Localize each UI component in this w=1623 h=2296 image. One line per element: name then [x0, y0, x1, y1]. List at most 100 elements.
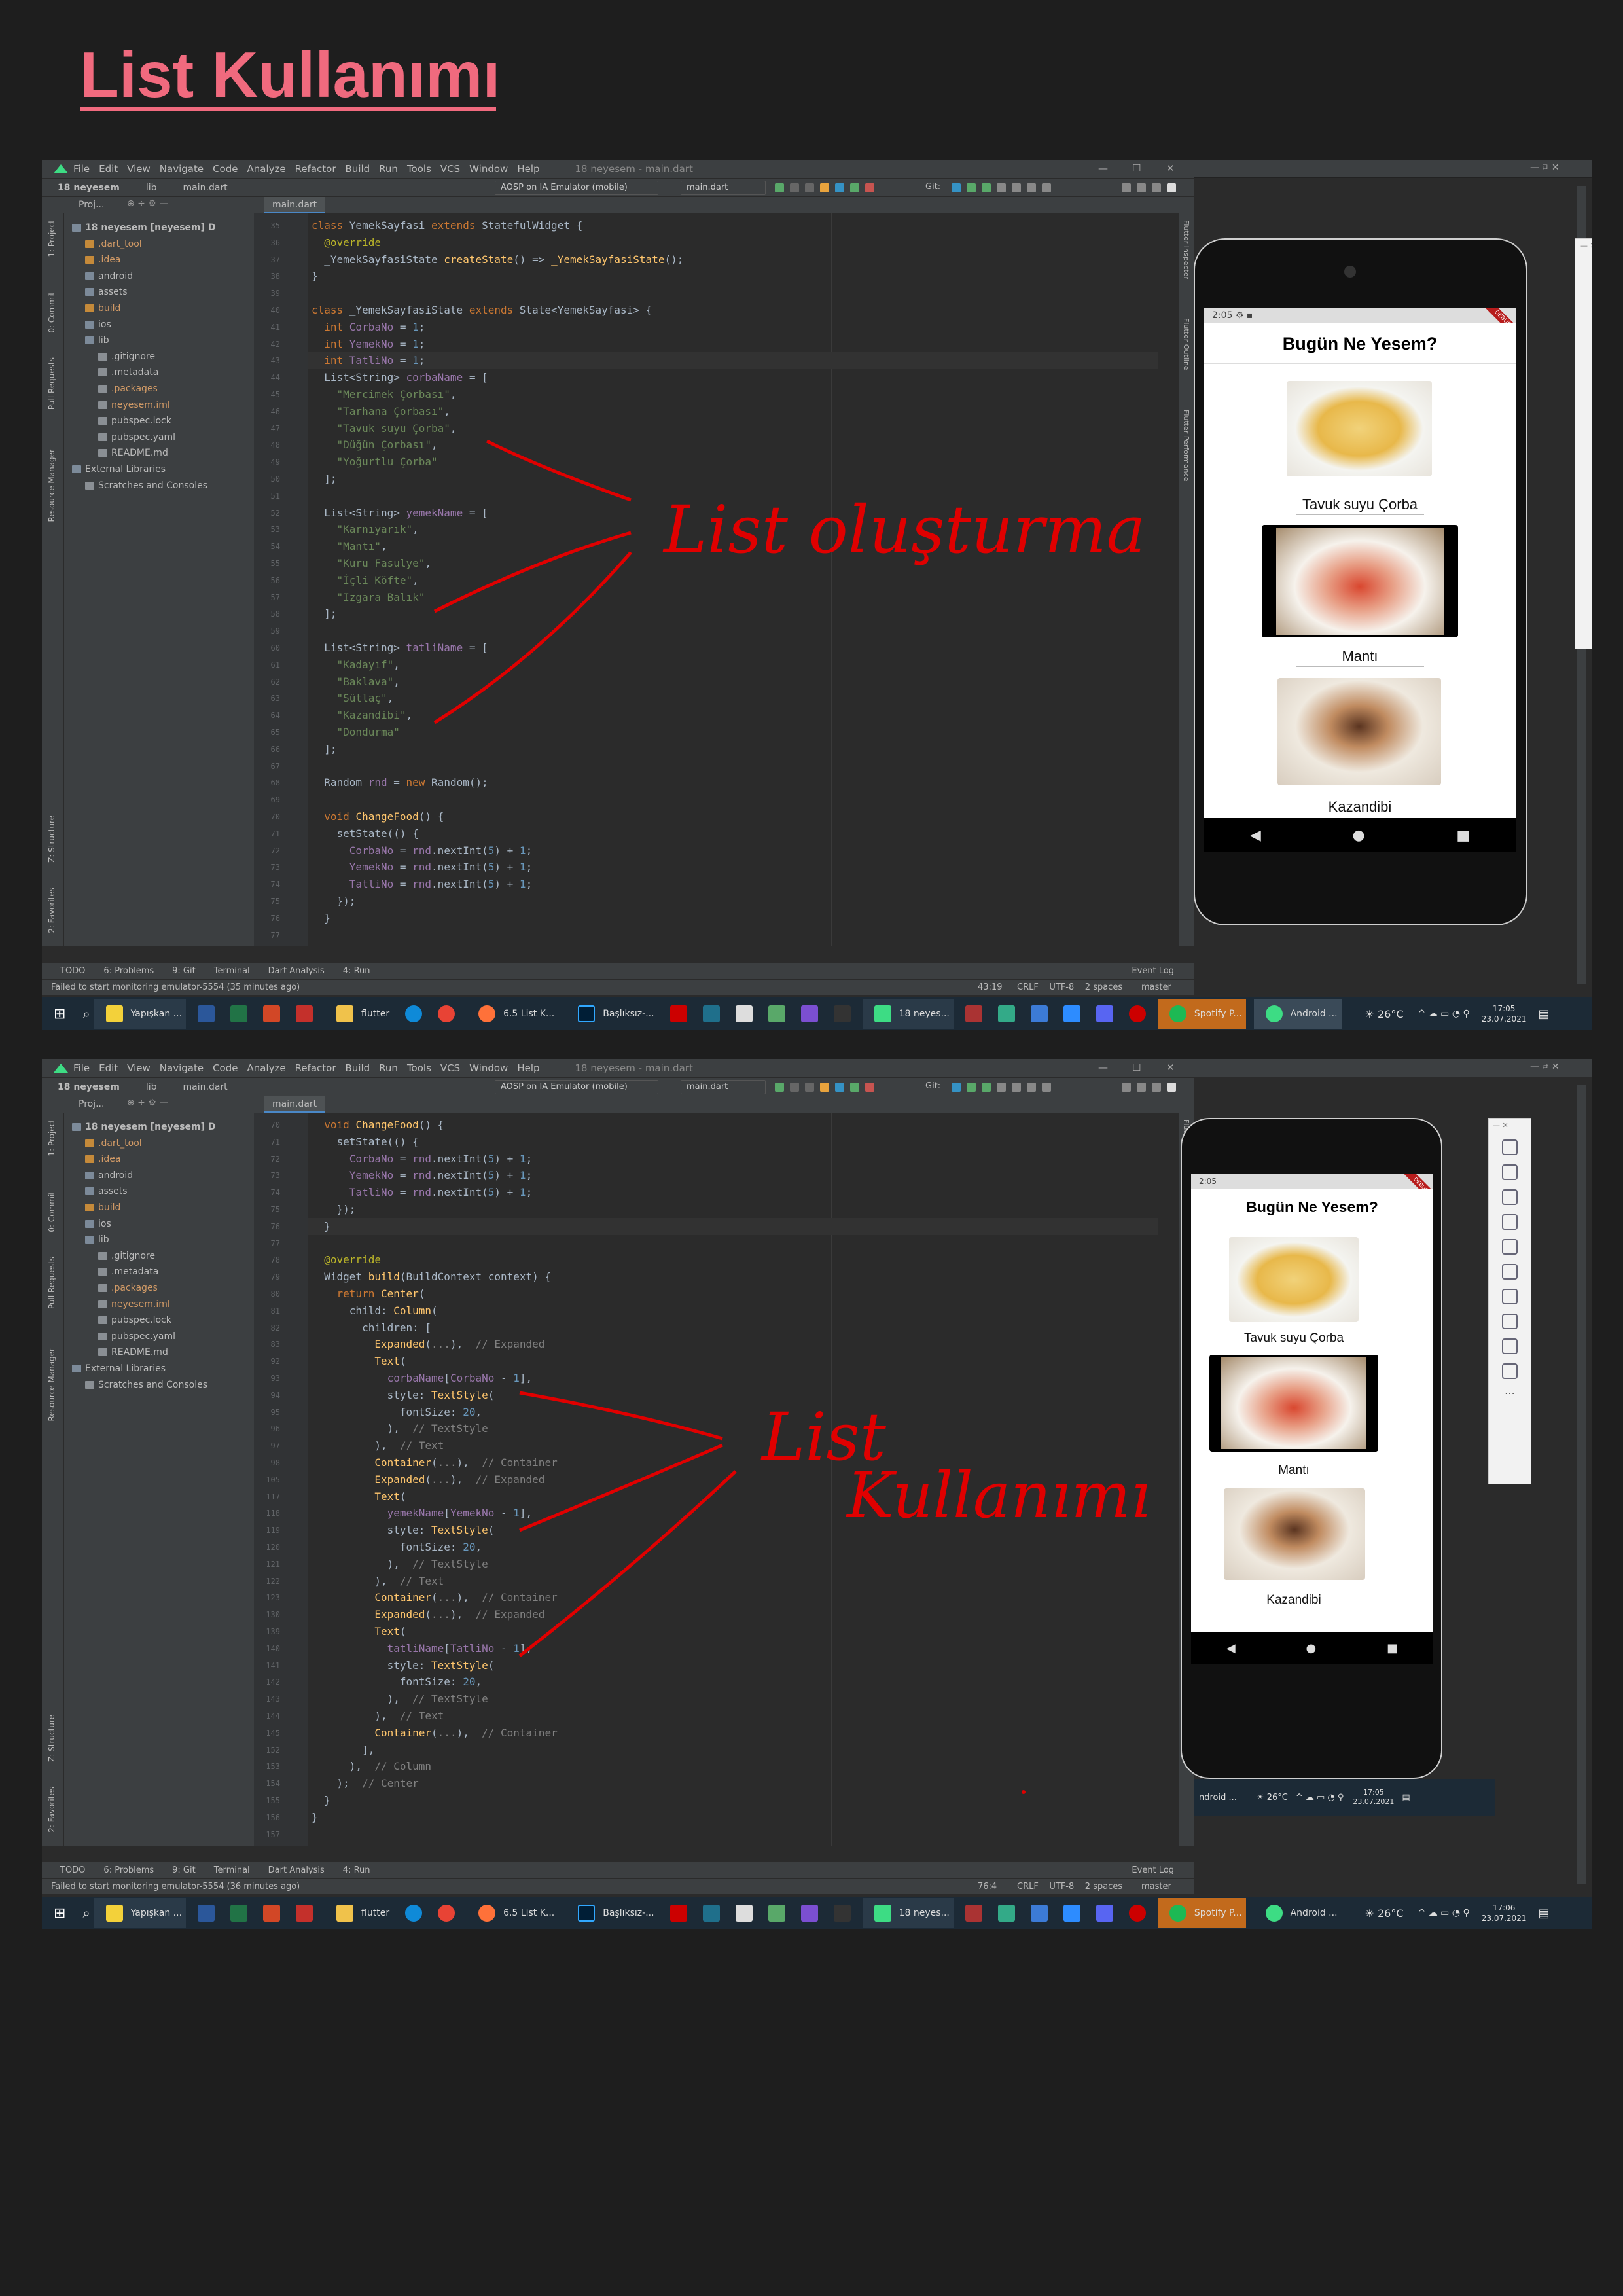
profile-icon[interactable]	[1167, 183, 1176, 192]
tree-item[interactable]: 18 neyesem [neyesem] D	[64, 1119, 216, 1135]
app-icon-discord[interactable]	[1096, 1905, 1113, 1922]
windows-start-icon[interactable]: ⊞	[54, 1905, 65, 1922]
manti-image[interactable]	[1262, 525, 1458, 637]
tab-favorites[interactable]: 2: Favorites	[47, 1787, 56, 1833]
app-icon-git[interactable]	[997, 1905, 1015, 1922]
code-line[interactable]: style: TextStyle(	[312, 1657, 495, 1674]
tab-dart-analysis[interactable]: Dart Analysis	[268, 966, 325, 976]
chrome-icon[interactable]	[438, 1005, 455, 1022]
minimize-icon[interactable]: —	[1098, 162, 1108, 174]
code-line[interactable]: "Tavuk suyu Çorba",	[312, 420, 457, 437]
app-icon-3[interactable]	[702, 1905, 720, 1922]
back-icon[interactable]: ◀	[1226, 1641, 1236, 1655]
code-line[interactable]: }	[312, 910, 330, 927]
more-icon[interactable]: ⋯	[1575, 510, 1592, 522]
search-icon[interactable]	[1152, 183, 1161, 192]
acrobat-icon[interactable]	[296, 1905, 313, 1922]
tree-item[interactable]: .idea	[64, 252, 120, 268]
code-line[interactable]: Expanded(...), // Expanded	[312, 1606, 544, 1623]
debug-icon[interactable]	[790, 1083, 799, 1092]
menu-navigate[interactable]: Navigate	[160, 1062, 204, 1074]
git-update-icon[interactable]	[952, 183, 961, 192]
tree-item[interactable]: Scratches and Consoles	[64, 1377, 207, 1393]
taskbar-sticky-notes[interactable]: Yapışkan ...	[94, 1898, 187, 1928]
code-line[interactable]: CorbaNo = rnd.nextInt(5) + 1;	[312, 1151, 532, 1168]
code-line[interactable]: Text(	[312, 1353, 406, 1370]
tree-item[interactable]: .metadata	[64, 365, 158, 380]
code-line[interactable]: Container(...), // Container	[312, 1454, 557, 1471]
menu-tools[interactable]: Tools	[407, 1062, 431, 1074]
tree-item[interactable]: neyesem.iml	[64, 397, 170, 413]
code-line[interactable]: List<String> tatliName = [	[312, 639, 488, 656]
tree-item[interactable]: pubspec.yaml	[64, 1329, 175, 1344]
menu-window[interactable]: Window	[469, 163, 508, 175]
inner-tray-icons[interactable]: ^ ☁ ▭ ◔ ⚲	[1296, 1793, 1344, 1803]
tab-problems[interactable]: 6: Problems	[103, 966, 154, 976]
app-icon-dark[interactable]	[833, 1005, 851, 1022]
menu-run[interactable]: Run	[379, 1062, 398, 1074]
code-editor[interactable]: class YemekSayfasi extends StatefulWidge…	[308, 213, 1191, 946]
git-branch[interactable]: master	[1141, 1879, 1171, 1895]
hot-reload-icon[interactable]	[820, 183, 829, 192]
code-line[interactable]: Container(...), // Container	[312, 1589, 557, 1606]
code-line[interactable]: @override	[312, 1251, 381, 1268]
app-icon-discord[interactable]	[1096, 1005, 1113, 1022]
code-line[interactable]: });	[312, 1201, 356, 1218]
tab-flutter-performance[interactable]: Flutter Performance	[1182, 410, 1190, 481]
breadcrumb-project[interactable]: 18 neyesem	[58, 1082, 120, 1092]
code-line[interactable]: "İçli Köfte",	[312, 572, 419, 589]
menu-analyze[interactable]: Analyze	[247, 163, 285, 175]
code-line[interactable]: yemekName[YemekNo - 1],	[312, 1505, 533, 1522]
tree-item[interactable]: ios	[64, 317, 111, 332]
taskbar-photoshop[interactable]: Başlıksız-...	[566, 1898, 658, 1928]
layout-icon[interactable]	[1122, 183, 1131, 192]
code-line[interactable]: setState(() {	[312, 825, 419, 842]
edge-icon[interactable]	[405, 1905, 423, 1922]
app-icon-green[interactable]	[768, 1905, 785, 1922]
tab-git[interactable]: 9: Git	[172, 1865, 196, 1875]
code-line[interactable]: "Karnıyarık",	[312, 521, 419, 538]
panel-controls[interactable]: — ✕	[1493, 1121, 1508, 1130]
recents-icon[interactable]: ■	[1456, 827, 1470, 844]
stop-icon[interactable]	[865, 1083, 874, 1092]
emulator-scrollbar[interactable]	[1577, 1085, 1586, 1884]
tree-item[interactable]: android	[64, 1168, 133, 1183]
menu-refactor[interactable]: Refactor	[295, 163, 336, 175]
inner-clock[interactable]: 17:05 23.07.2021	[1353, 1788, 1394, 1806]
code-line[interactable]: class YemekSayfasi extends StatefulWidge…	[312, 217, 582, 234]
maximize-icon[interactable]: ☐	[1132, 1062, 1141, 1073]
taskbar-spotify[interactable]: Spotify P...	[1157, 1898, 1246, 1928]
tab-structure[interactable]: Z: Structure	[47, 816, 56, 863]
tree-item[interactable]: .metadata	[64, 1264, 158, 1280]
code-line[interactable]: TatliNo = rnd.nextInt(5) + 1;	[312, 1184, 532, 1201]
volume-down-icon[interactable]	[1502, 1189, 1518, 1205]
code-line[interactable]: }	[312, 1809, 318, 1826]
code-line[interactable]: ), // Text	[312, 1437, 444, 1454]
breadcrumb-lib[interactable]: lib	[146, 1082, 157, 1092]
code-line[interactable]: Text(	[312, 1488, 406, 1505]
menu-window[interactable]: Window	[469, 1062, 508, 1074]
zoom-icon[interactable]	[1063, 1005, 1080, 1022]
code-line[interactable]: "Mercimek Çorbası",	[312, 386, 457, 403]
code-line[interactable]: @override	[312, 234, 381, 251]
tree-item[interactable]: pubspec.yaml	[64, 429, 175, 445]
tab-project[interactable]: 1: Project	[47, 1119, 56, 1157]
chrome-icon[interactable]	[438, 1905, 455, 1922]
tree-item[interactable]: 18 neyesem [neyesem] D	[64, 220, 216, 236]
breadcrumb-project[interactable]: 18 neyesem	[58, 183, 120, 193]
edge-icon[interactable]	[405, 1005, 423, 1022]
tree-item[interactable]: .dart_tool	[64, 1136, 142, 1151]
tree-item[interactable]: Scratches and Consoles	[64, 478, 207, 493]
clock[interactable]: 17:05 23.07.2021	[1482, 1003, 1527, 1024]
code-line[interactable]: child: Column(	[312, 1302, 438, 1319]
git-branch[interactable]: master	[1141, 980, 1171, 996]
git-commit-icon[interactable]	[967, 183, 976, 192]
menu-vcs[interactable]: VCS	[440, 163, 460, 175]
menu-run[interactable]: Run	[379, 163, 398, 175]
soup-image[interactable]	[1287, 381, 1432, 476]
tab-main-dart[interactable]: main.dart	[264, 1096, 325, 1113]
code-line[interactable]: }	[312, 268, 318, 285]
code-line[interactable]: List<String> yemekName = [	[312, 505, 488, 522]
menu-file[interactable]: File	[73, 1062, 90, 1074]
tab-run[interactable]: 4: Run	[343, 1865, 370, 1875]
